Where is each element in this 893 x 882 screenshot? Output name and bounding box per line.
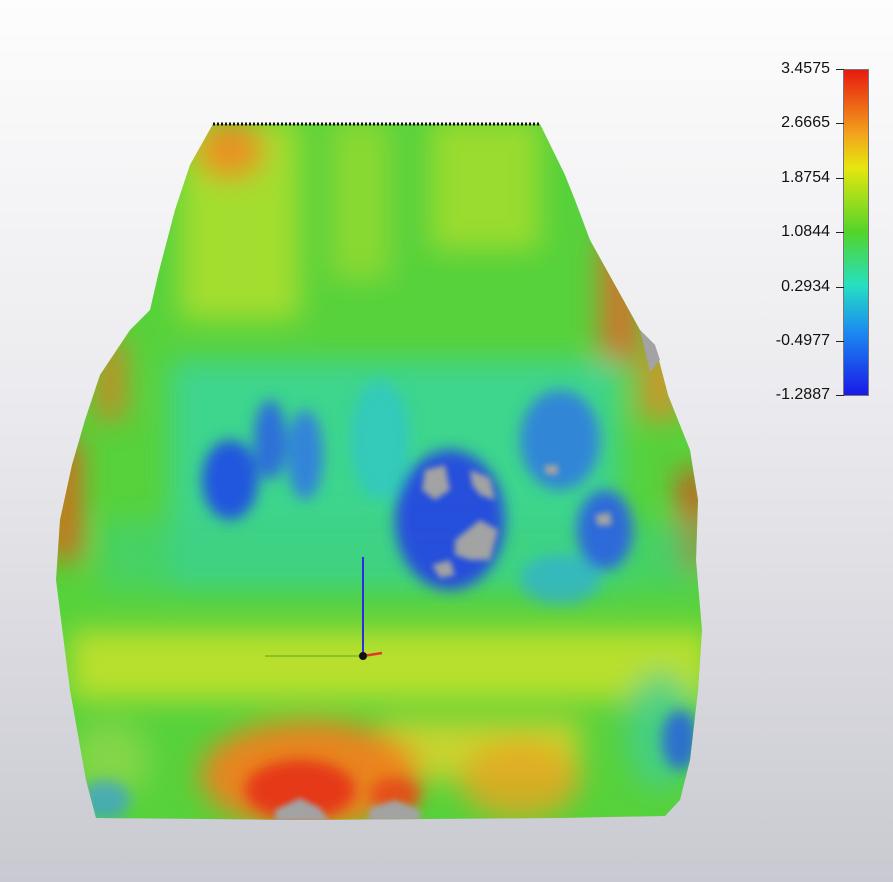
deviation-surface	[56, 124, 702, 820]
colorbar-label-min: -1.2887	[775, 386, 830, 403]
colorbar-label: 2.6665	[781, 114, 830, 131]
colorbar-label: 1.8754	[781, 169, 830, 186]
colorbar-tick	[836, 287, 844, 288]
colorbar-tick	[836, 341, 844, 342]
colorbar-tick	[836, 395, 844, 396]
colorbar-label-max: 3.4575	[781, 60, 830, 77]
colorbar-tick	[836, 178, 844, 179]
color-scale-bar	[843, 69, 869, 396]
colorbar-label: -0.4977	[775, 332, 830, 349]
deviation-map-viewport[interactable]	[0, 0, 893, 882]
colorbar-tick	[836, 123, 844, 124]
colorbar-tick	[836, 69, 844, 70]
colorbar-tick	[836, 232, 844, 233]
colorbar-label: 1.0844	[781, 223, 830, 240]
colorbar-label: 0.2934	[781, 278, 830, 295]
axis-origin	[359, 652, 367, 660]
